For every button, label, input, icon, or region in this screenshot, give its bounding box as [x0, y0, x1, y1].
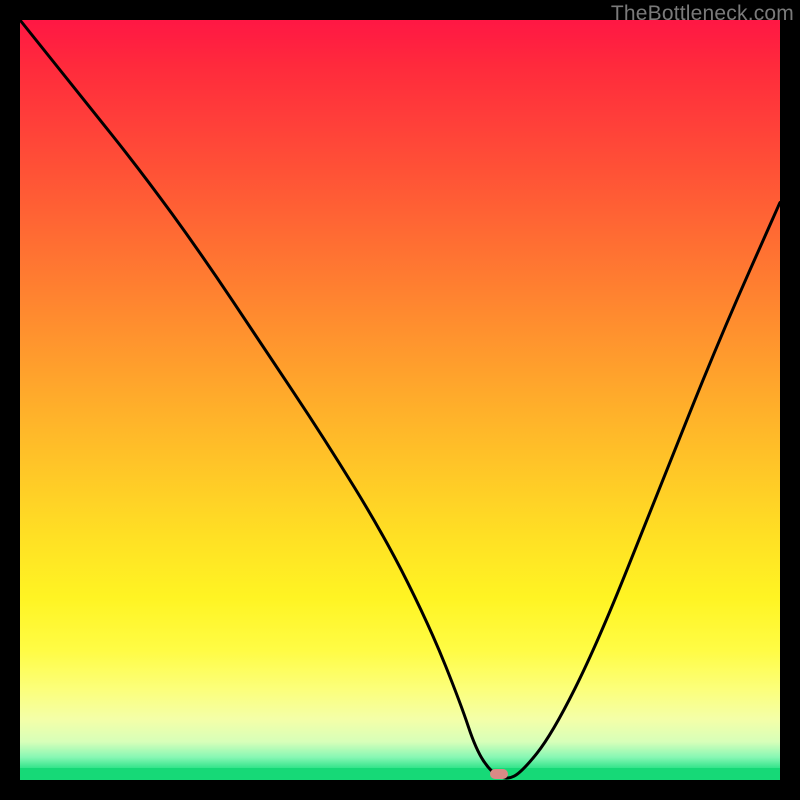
- optimal-marker-icon: [490, 769, 508, 779]
- bottleneck-curve: [20, 20, 780, 780]
- plot-area: [20, 20, 780, 780]
- chart-frame: TheBottleneck.com: [0, 0, 800, 800]
